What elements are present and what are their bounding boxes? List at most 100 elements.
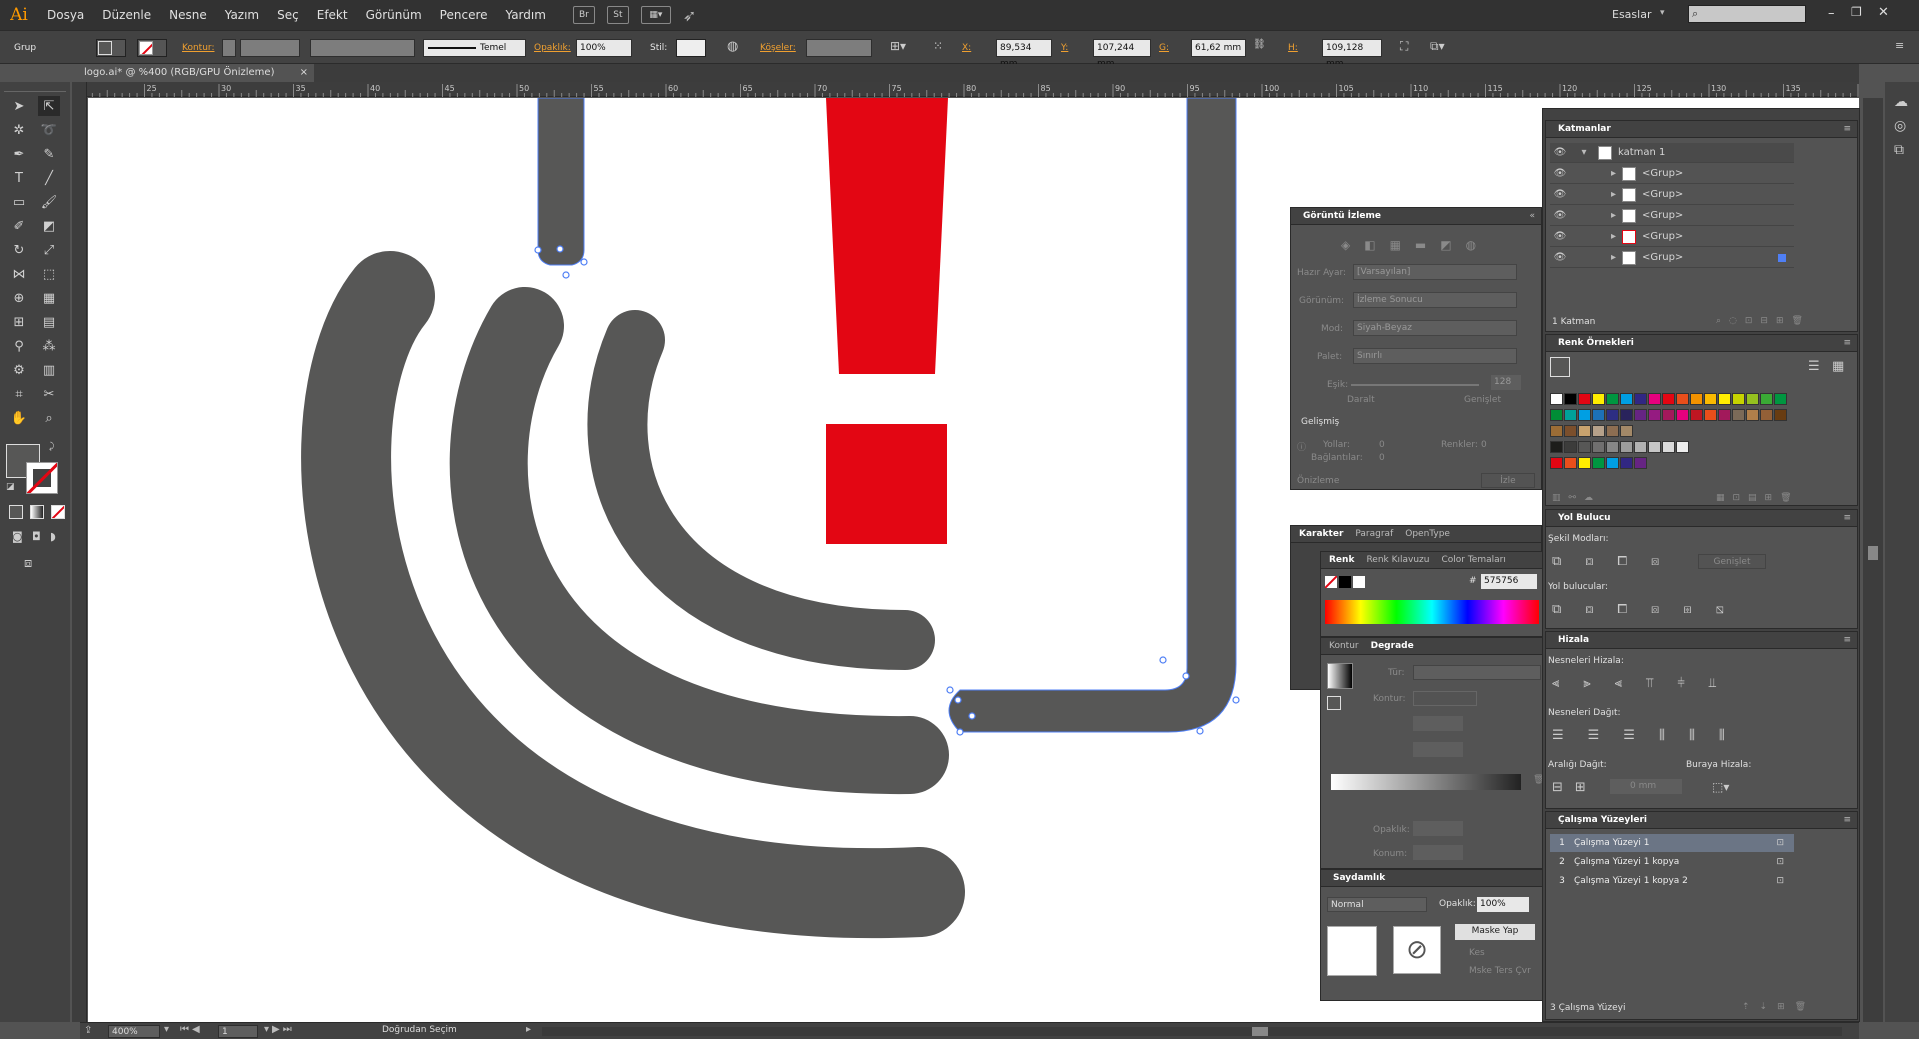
layer-row[interactable]: 👁 ▸ <Grup>: [1550, 248, 1794, 268]
color-swatch[interactable]: [1592, 457, 1605, 469]
close-tab-icon[interactable]: ×: [300, 64, 308, 82]
gradient-mode-icon[interactable]: [30, 505, 44, 519]
tab-color[interactable]: Renk: [1323, 552, 1360, 569]
none-mode-icon[interactable]: [51, 505, 65, 519]
curvature-tool-icon[interactable]: ✎: [38, 144, 60, 164]
tab-gradient[interactable]: Degrade: [1365, 638, 1420, 655]
width-tool-icon[interactable]: ⋈: [8, 264, 30, 284]
bridge-icon[interactable]: Br: [572, 6, 595, 24]
shaper-tool-icon[interactable]: ✐: [8, 216, 30, 236]
draw-normal-icon[interactable]: ◙: [12, 530, 23, 543]
menu-select[interactable]: Seç: [268, 8, 308, 22]
symbol-sprayer-icon[interactable]: ⚙: [8, 360, 30, 380]
distribute-spacing-icons[interactable]: ⊟⊞: [1552, 780, 1598, 795]
lasso-icon[interactable]: ➰: [38, 120, 60, 140]
preview-checkbox[interactable]: Önizleme: [1297, 476, 1339, 486]
recolor-artwork-icon[interactable]: ◍: [727, 39, 738, 57]
color-swatch[interactable]: [1606, 409, 1619, 421]
panel-collapse-icon[interactable]: «: [1529, 211, 1535, 221]
artboards-title[interactable]: Çalışma Yüzeyleri: [1552, 812, 1653, 829]
color-swatch[interactable]: [1648, 393, 1661, 405]
align-to-selection-icon[interactable]: ⬚▾: [1712, 780, 1729, 794]
stock-icon[interactable]: St: [606, 6, 629, 24]
chevron-down-icon[interactable]: ▾: [1570, 147, 1598, 158]
color-swatch[interactable]: [1704, 393, 1717, 405]
layer-row[interactable]: 👁 ▸ <Grup>: [1550, 185, 1794, 205]
trace-button[interactable]: İzle: [1481, 473, 1535, 488]
width-field[interactable]: 61,62 mm: [1191, 39, 1246, 57]
stroke-color-box[interactable]: [26, 462, 58, 494]
object-thumbnail[interactable]: [1327, 926, 1377, 976]
menu-file[interactable]: Dosya: [38, 8, 93, 22]
invert-mask-checkbox[interactable]: Mske Ters Çvr: [1469, 966, 1531, 976]
exclamation-dot-shape[interactable]: [826, 424, 947, 544]
menu-object[interactable]: Nesne: [160, 8, 216, 22]
color-mode-icon[interactable]: [9, 505, 23, 519]
menu-effect[interactable]: Efekt: [308, 8, 357, 22]
line-tool-icon[interactable]: ╱: [38, 168, 60, 188]
close-icon[interactable]: ✕: [1878, 5, 1889, 20]
artboard-row[interactable]: 3 Çalışma Yüzeyi 1 kopya 2 ⊡: [1550, 872, 1794, 890]
mode-select[interactable]: Siyah-Beyaz: [1353, 320, 1517, 336]
artboard-next-icons[interactable]: ▾▶⏭: [264, 1024, 295, 1035]
color-swatch[interactable]: [1690, 393, 1703, 405]
transform-icon[interactable]: ⛶: [1400, 39, 1408, 57]
scrollbar-thumb[interactable]: [1868, 546, 1878, 560]
eye-icon[interactable]: 👁: [1550, 252, 1570, 263]
menu-type[interactable]: Yazım: [216, 8, 268, 22]
spacing-field[interactable]: 0 mm: [1610, 779, 1682, 794]
align-title[interactable]: Hizala: [1552, 632, 1595, 649]
transparency-title[interactable]: Saydamlık: [1327, 870, 1391, 887]
height-field[interactable]: 109,128 mm: [1322, 39, 1382, 69]
white-color-chip[interactable]: [1353, 576, 1365, 588]
hand-tool-icon[interactable]: ✋: [8, 408, 30, 428]
palette-select[interactable]: Sınırlı: [1353, 348, 1517, 364]
screen-mode-icon[interactable]: ⧈: [24, 556, 32, 571]
tab-opentype[interactable]: OpenType: [1399, 526, 1456, 543]
draw-inside-icon[interactable]: ◗: [50, 530, 56, 543]
panel-menu-icon[interactable]: ≡: [1843, 513, 1851, 523]
color-swatch[interactable]: [1662, 393, 1675, 405]
tab-character[interactable]: Karakter: [1293, 526, 1349, 543]
color-swatch[interactable]: [1578, 393, 1591, 405]
anchor-point[interactable]: [954, 696, 962, 704]
libraries-icon[interactable]: ☁: [1894, 94, 1908, 110]
color-swatch[interactable]: [1634, 457, 1647, 469]
anchor-point[interactable]: [946, 686, 954, 694]
eyedropper-icon[interactable]: ⚲: [8, 336, 30, 356]
artboard-number-field[interactable]: 1: [218, 1025, 258, 1038]
chevron-right-icon[interactable]: ▸: [1570, 252, 1622, 263]
color-swatch[interactable]: [1662, 441, 1675, 453]
color-swatch[interactable]: [1606, 425, 1619, 437]
layer-row[interactable]: 👁 ▸ <Grup>: [1550, 206, 1794, 226]
pen-tool-icon[interactable]: ✒: [8, 144, 30, 164]
gradient-opacity-field[interactable]: [1413, 821, 1463, 836]
brush-definition-select[interactable]: Temel: [423, 39, 526, 57]
color-swatch[interactable]: [1676, 409, 1689, 421]
color-swatch[interactable]: [1620, 425, 1633, 437]
horizontal-scrollbar[interactable]: [542, 1027, 1842, 1036]
tab-stroke[interactable]: Kontur: [1323, 638, 1365, 655]
anchor-point[interactable]: [1196, 727, 1204, 735]
help-search-input[interactable]: ⌕: [1688, 5, 1806, 23]
panel-menu-icon[interactable]: ≡: [1843, 635, 1851, 645]
color-swatch[interactable]: [1676, 393, 1689, 405]
selection-tool-icon[interactable]: ➤: [8, 96, 30, 116]
isolate-icon[interactable]: ⧉▾: [1430, 39, 1445, 57]
eye-icon[interactable]: 👁: [1550, 168, 1570, 179]
layers-title[interactable]: Katmanlar: [1552, 121, 1617, 138]
color-swatch[interactable]: [1760, 409, 1773, 421]
color-swatch[interactable]: [1578, 441, 1591, 453]
swatch-actions-icons[interactable]: ▥⚯☁: [1552, 493, 1601, 503]
color-swatch[interactable]: [1606, 457, 1619, 469]
artboard-options-icon[interactable]: ⊡: [1776, 876, 1784, 886]
perspective-grid-icon[interactable]: ▦: [38, 288, 60, 308]
minimize-icon[interactable]: –: [1828, 6, 1835, 21]
anchor-point[interactable]: [556, 245, 564, 253]
default-colors-icon[interactable]: ◪: [6, 482, 15, 492]
layer-row[interactable]: 👁 ▸ <Grup>: [1550, 227, 1794, 247]
color-swatch[interactable]: [1634, 409, 1647, 421]
clip-checkbox[interactable]: Kes: [1469, 948, 1485, 958]
artboard-row[interactable]: 2 Çalışma Yüzeyi 1 kopya ⊡: [1550, 853, 1794, 871]
gradient-tool-icon[interactable]: ▤: [38, 312, 60, 332]
